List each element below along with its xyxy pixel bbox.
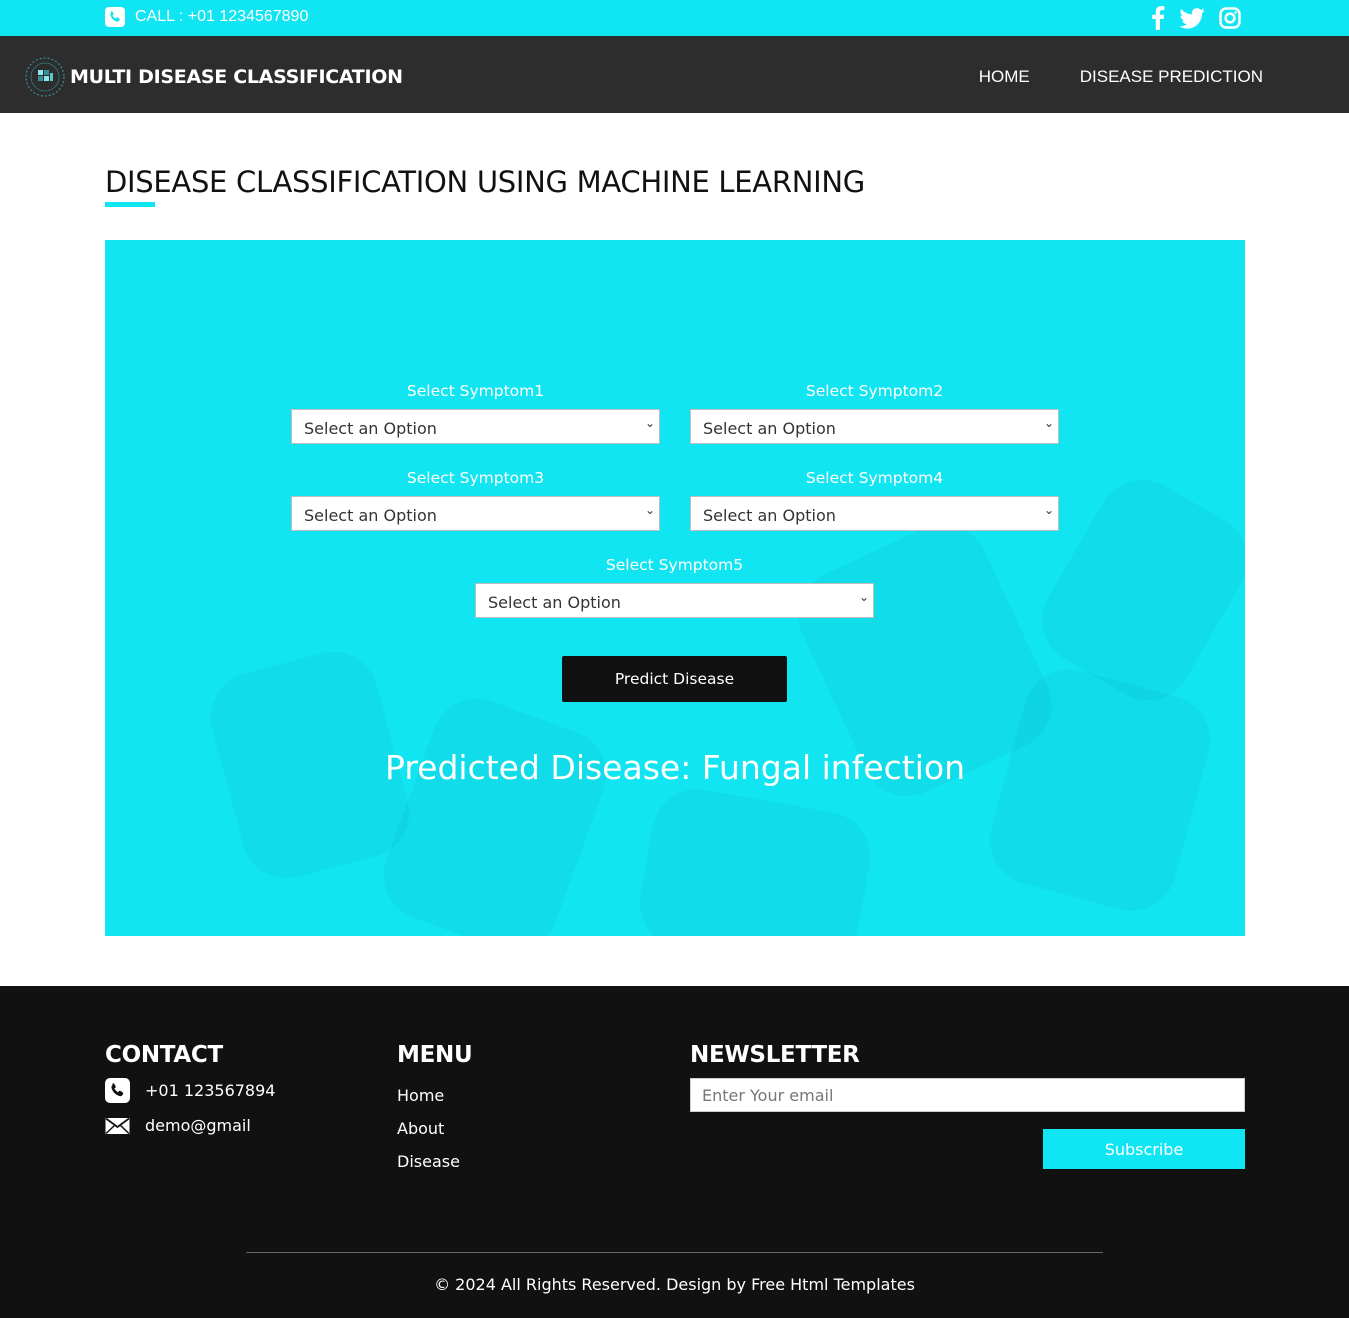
- contact-heading: CONTACT: [105, 1042, 223, 1068]
- brand-title: MULTI DISEASE CLASSIFICATION: [70, 66, 403, 88]
- footer-link-home[interactable]: Home: [397, 1086, 472, 1105]
- symptom4-field: Select Symptom4 Select an Option ⌄: [690, 469, 1059, 531]
- symptom3-label: Select Symptom3: [406, 469, 545, 487]
- symptom5-field: Select Symptom5 Select an Option ⌄: [475, 556, 874, 618]
- contact-email-text: demo@gmail: [145, 1116, 251, 1135]
- phone-icon: [105, 7, 125, 27]
- page-title: DISEASE CLASSIFICATION USING MACHINE LEA…: [105, 165, 865, 199]
- nav-home-link[interactable]: HOME: [979, 67, 1030, 87]
- predict-disease-button[interactable]: Predict Disease: [562, 656, 787, 702]
- symptom5-select[interactable]: Select an Option ⌄: [475, 583, 874, 618]
- prediction-result: Predicted Disease: Fungal infection: [385, 748, 965, 787]
- background-pill-shape: [371, 686, 619, 936]
- chevron-down-icon: ⌄: [1043, 416, 1054, 430]
- symptom2-value: Select an Option: [703, 419, 836, 438]
- symptom4-value: Select an Option: [703, 506, 836, 525]
- call-text: CALL : +01 1234567890: [135, 8, 309, 25]
- contact-phone: +01 123567894: [105, 1078, 275, 1103]
- footer-newsletter: NEWSLETTER Subscribe: [690, 1042, 1245, 1169]
- symptom1-value: Select an Option: [304, 419, 437, 438]
- prediction-panel: Select Symptom1 Select an Option ⌄ Selec…: [105, 240, 1245, 936]
- chevron-down-icon: ⌄: [644, 503, 655, 517]
- symptom2-select[interactable]: Select an Option ⌄: [690, 409, 1059, 444]
- navbar: MULTI DISEASE CLASSIFICATION HOME DISEAS…: [0, 36, 1349, 113]
- symptom5-value: Select an Option: [488, 593, 621, 612]
- social-links: [1137, 6, 1241, 34]
- nav-menu: HOME DISEASE PREDICTION: [929, 67, 1263, 87]
- symptom1-label: Select Symptom1: [406, 382, 545, 400]
- symptom2-label: Select Symptom2: [805, 382, 944, 400]
- copyright-text: © 2024 All Rights Reserved. Design by Fr…: [434, 1275, 915, 1294]
- symptom4-label: Select Symptom4: [805, 469, 944, 487]
- footer-divider: [246, 1252, 1103, 1253]
- footer-link-disease[interactable]: Disease: [397, 1152, 472, 1171]
- footer: CONTACT +01 123567894 demo@gmail MENU Ho…: [0, 986, 1349, 1318]
- symptom3-field: Select Symptom3 Select an Option ⌄: [291, 469, 660, 531]
- symptom3-value: Select an Option: [304, 506, 437, 525]
- contact-phone-text: +01 123567894: [145, 1081, 276, 1100]
- symptom4-select[interactable]: Select an Option ⌄: [690, 496, 1059, 531]
- subscribe-button[interactable]: Subscribe: [1043, 1129, 1245, 1169]
- twitter-icon[interactable]: [1179, 7, 1205, 33]
- symptom1-select[interactable]: Select an Option ⌄: [291, 409, 660, 444]
- symptom5-label: Select Symptom5: [605, 556, 744, 574]
- chevron-down-icon: ⌄: [644, 416, 655, 430]
- symptom2-field: Select Symptom2 Select an Option ⌄: [690, 382, 1059, 444]
- menu-heading: MENU: [397, 1042, 473, 1068]
- instagram-icon[interactable]: [1219, 7, 1241, 33]
- footer-link-about[interactable]: About: [397, 1119, 472, 1138]
- call-info: CALL : +01 1234567890: [105, 7, 308, 27]
- footer-menu: MENU Home About Disease: [397, 1042, 473, 1171]
- symptom3-select[interactable]: Select an Option ⌄: [291, 496, 660, 531]
- logo-icon: [25, 57, 65, 97]
- nav-disease-prediction-link[interactable]: DISEASE PREDICTION: [1080, 67, 1263, 87]
- phone-icon: [105, 1078, 130, 1103]
- footer-contact: CONTACT +01 123567894 demo@gmail: [105, 1042, 275, 1138]
- newsletter-email-input[interactable]: [690, 1078, 1245, 1112]
- title-underline: [105, 202, 155, 207]
- page-heading-block: DISEASE CLASSIFICATION USING MACHINE LEA…: [105, 165, 865, 207]
- chevron-down-icon: ⌄: [1043, 503, 1054, 517]
- envelope-icon: [105, 1117, 130, 1135]
- chevron-down-icon: ⌄: [858, 590, 869, 604]
- background-pill-shape: [632, 782, 878, 936]
- top-bar: CALL : +01 1234567890: [0, 0, 1349, 36]
- contact-email: demo@gmail: [105, 1113, 275, 1138]
- symptom1-field: Select Symptom1 Select an Option ⌄: [291, 382, 660, 444]
- brand[interactable]: MULTI DISEASE CLASSIFICATION: [24, 56, 403, 98]
- facebook-icon[interactable]: [1151, 6, 1165, 34]
- newsletter-heading: NEWSLETTER: [690, 1042, 860, 1068]
